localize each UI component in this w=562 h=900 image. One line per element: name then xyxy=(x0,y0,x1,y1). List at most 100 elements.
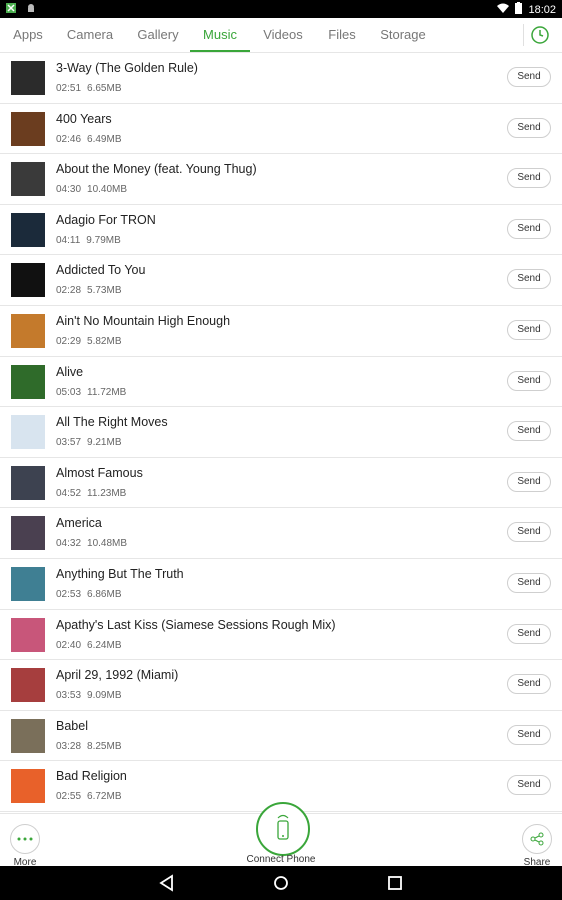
song-meta: 03:28 8.25MB xyxy=(56,741,128,752)
list-item[interactable]: All The Right Moves 03:57 9.21MB Send xyxy=(0,407,562,458)
song-size: 9.79MB xyxy=(86,234,121,246)
share-button[interactable]: Share xyxy=(520,824,554,868)
song-size: 6.86MB xyxy=(87,588,122,600)
list-item[interactable]: Alive 05:03 11.72MB Send xyxy=(0,357,562,408)
song-title: Babel xyxy=(56,718,88,733)
list-item[interactable]: 3-Way (The Golden Rule) 02:51 6.65MB Send xyxy=(0,53,562,104)
song-title: Anything But The Truth xyxy=(56,566,184,581)
tab-music[interactable]: Music xyxy=(190,18,250,52)
connect-phone-button[interactable] xyxy=(256,802,310,856)
song-meta: 05:03 11.72MB xyxy=(56,387,132,398)
list-item[interactable]: Almost Famous 04:52 11.23MB Send xyxy=(0,458,562,509)
tab-label: Apps xyxy=(13,27,43,42)
album-art-image xyxy=(11,566,45,601)
album-art-image xyxy=(11,465,45,500)
song-duration: 04:52 xyxy=(56,487,82,499)
home-icon[interactable] xyxy=(272,874,290,892)
list-item[interactable]: Ain't No Mountain High Enough 02:29 5.82MB… xyxy=(0,306,562,357)
send-button[interactable]: Send xyxy=(507,319,551,340)
tab-divider xyxy=(523,24,524,46)
send-button[interactable]: Send xyxy=(507,168,551,189)
song-duration: 02:55 xyxy=(56,791,82,803)
list-item[interactable]: Anything But The Truth 02:53 6.86MB Send xyxy=(0,559,562,610)
send-button[interactable]: Send xyxy=(507,522,551,543)
tab-gallery[interactable]: Gallery xyxy=(130,18,186,52)
send-button[interactable]: Send xyxy=(507,421,551,442)
tab-camera[interactable]: Camera xyxy=(62,18,118,52)
tab-storage[interactable]: Storage xyxy=(373,18,433,52)
song-duration: 04:32 xyxy=(56,538,82,550)
send-button[interactable]: Send xyxy=(507,117,551,138)
album-art-image xyxy=(11,718,45,753)
list-item[interactable]: Addicted To You 02:28 5.73MB Send xyxy=(0,255,562,306)
song-meta: 02:40 6.24MB xyxy=(56,640,128,651)
song-duration: 03:53 xyxy=(56,690,82,702)
list-item[interactable]: Apathy's Last Kiss (Siamese Sessions Rou… xyxy=(0,610,562,661)
list-item[interactable]: 400 Years 02:46 6.49MB Send xyxy=(0,104,562,155)
list-item[interactable]: April 29, 1992 (Miami) 03:53 9.09MB Send xyxy=(0,660,562,711)
song-title: 400 Years xyxy=(56,111,112,126)
song-meta: 04:11 9.79MB xyxy=(56,235,127,246)
song-title: Almost Famous xyxy=(56,465,143,480)
music-list[interactable]: 3-Way (The Golden Rule) 02:51 6.65MB Send 40… xyxy=(0,53,562,813)
song-meta: 02:51 6.65MB xyxy=(56,83,128,94)
phone-icon xyxy=(273,812,293,847)
bottom-bar: More Connect Phone Share xyxy=(0,802,562,868)
song-duration: 02:28 xyxy=(56,285,82,297)
list-item[interactable]: Adagio For TRON 04:11 9.79MB Send xyxy=(0,205,562,256)
song-size: 6.72MB xyxy=(87,791,122,803)
status-time: 18:02 xyxy=(528,3,556,16)
song-title: Bad Religion xyxy=(56,769,127,784)
album-art-image xyxy=(11,769,45,804)
more-icon xyxy=(10,824,40,854)
tab-label: Storage xyxy=(380,27,426,42)
song-size: 10.48MB xyxy=(87,538,128,550)
more-button[interactable]: More xyxy=(8,824,42,868)
send-button[interactable]: Send xyxy=(507,775,551,796)
tab-label: Gallery xyxy=(137,27,179,42)
song-meta: 02:53 6.86MB xyxy=(56,589,128,600)
album-art-image xyxy=(11,212,45,247)
connect-phone-label: Connect Phone xyxy=(246,854,316,865)
send-button[interactable]: Send xyxy=(507,572,551,593)
send-button[interactable]: Send xyxy=(507,67,551,87)
song-title: Ain't No Mountain High Enough xyxy=(56,313,231,328)
send-button[interactable]: Send xyxy=(507,623,551,644)
tab-videos[interactable]: Videos xyxy=(255,18,311,52)
send-button[interactable]: Send xyxy=(507,218,551,239)
tab-apps[interactable]: Apps xyxy=(4,18,52,52)
active-tab-indicator xyxy=(190,50,250,52)
song-meta: 02:29 5.82MB xyxy=(56,336,128,347)
song-size: 8.25MB xyxy=(87,740,122,752)
send-button[interactable]: Send xyxy=(507,370,551,391)
song-duration: 02:53 xyxy=(56,588,82,600)
list-item[interactable]: America 04:32 10.48MB Send xyxy=(0,508,562,559)
send-button[interactable]: Send xyxy=(507,269,551,290)
song-size: 5.82MB xyxy=(87,335,122,347)
album-art-image xyxy=(11,313,45,348)
song-title: Apathy's Last Kiss (Siamese Sessions Rou… xyxy=(56,617,336,632)
back-icon[interactable] xyxy=(158,874,176,892)
tab-label: Files xyxy=(328,27,356,42)
song-meta: 02:55 6.72MB xyxy=(56,791,128,802)
tab-label: Videos xyxy=(263,27,303,42)
album-art-image xyxy=(11,516,45,551)
song-title: Alive xyxy=(56,364,84,379)
tab-files[interactable]: Files xyxy=(320,18,364,52)
app-notification-icon xyxy=(6,3,16,16)
recents-icon[interactable] xyxy=(386,874,404,892)
send-button[interactable]: Send xyxy=(507,471,551,492)
list-item[interactable]: Babel 03:28 8.25MB Send xyxy=(0,711,562,762)
send-button[interactable]: Send xyxy=(507,724,551,745)
share-icon xyxy=(522,824,552,854)
song-title: About the Money (feat. Young Thug) xyxy=(56,162,257,177)
send-button[interactable]: Send xyxy=(507,674,551,695)
album-art-image xyxy=(11,364,45,399)
history-icon[interactable] xyxy=(528,23,552,47)
album-art-image xyxy=(11,263,45,298)
song-duration: 02:46 xyxy=(56,133,82,145)
song-title: 3-Way (The Golden Rule) xyxy=(56,61,198,75)
song-meta: 02:28 5.73MB xyxy=(56,285,128,296)
song-duration: 03:28 xyxy=(56,740,82,752)
list-item[interactable]: About the Money (feat. Young Thug) 04:30 1… xyxy=(0,154,562,205)
